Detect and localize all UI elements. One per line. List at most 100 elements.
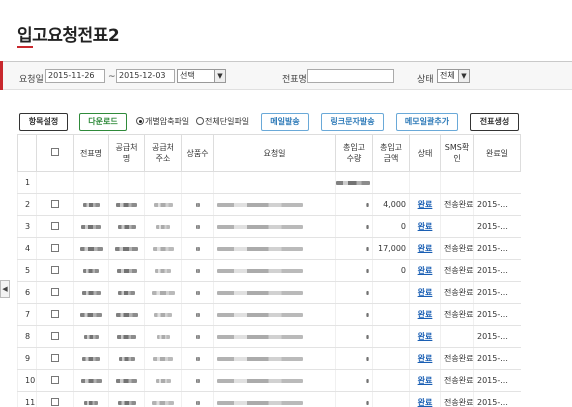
- row-checkbox-cell[interactable]: [36, 215, 74, 238]
- header-item-count[interactable]: 상품수: [181, 134, 214, 172]
- row-checkbox-cell[interactable]: [36, 369, 74, 392]
- status-link[interactable]: 완료: [418, 200, 433, 209]
- header-request-date[interactable]: 요청일: [213, 134, 336, 172]
- header-supplier-address[interactable]: 공급처 주소: [144, 134, 182, 172]
- table-row[interactable]: 6 완료 전송완료 2015-...: [17, 281, 521, 304]
- row-checkbox[interactable]: [51, 287, 59, 296]
- slip-name-cell[interactable]: [73, 325, 109, 348]
- row-checkbox[interactable]: [51, 353, 59, 362]
- status-select[interactable]: 전체 ▼: [437, 69, 470, 83]
- header-total-amount[interactable]: 총입고 금액: [372, 134, 410, 172]
- table-row[interactable]: 1: [17, 171, 521, 194]
- slip-name-cell[interactable]: [73, 171, 109, 194]
- row-checkbox[interactable]: [51, 309, 59, 318]
- status-cell[interactable]: 완료: [409, 391, 441, 407]
- create-slip-button[interactable]: 전표생성: [470, 113, 519, 131]
- slip-name-cell[interactable]: [73, 281, 109, 304]
- done-date-cell: 2015-...: [473, 193, 521, 216]
- row-checkbox-cell[interactable]: [36, 171, 74, 194]
- slip-name-cell[interactable]: [73, 391, 109, 407]
- send-link-sms-button[interactable]: 링크문자발송: [321, 113, 384, 131]
- row-checkbox[interactable]: [51, 397, 59, 406]
- row-checkbox-cell[interactable]: [36, 281, 74, 304]
- radio-individual-file[interactable]: 개별압축파일: [136, 116, 189, 127]
- slip-name-cell[interactable]: [73, 237, 109, 260]
- date-from-input[interactable]: 2015-11-26: [45, 69, 105, 83]
- status-link[interactable]: 완료: [418, 310, 433, 319]
- row-checkbox[interactable]: [51, 375, 59, 384]
- total-amount-cell: [372, 171, 410, 194]
- header-sms-confirm[interactable]: SMS확 인: [440, 134, 474, 172]
- slip-name-cell[interactable]: [73, 215, 109, 238]
- row-checkbox-cell[interactable]: [36, 391, 74, 407]
- column-settings-button[interactable]: 항목설정: [19, 113, 68, 131]
- table-row[interactable]: 9 완료 전송완료 2015-...: [17, 347, 521, 370]
- status-link[interactable]: 완료: [418, 398, 433, 407]
- redacted-text: [116, 268, 137, 273]
- date-to-input[interactable]: 2015-12-03: [116, 69, 175, 83]
- select-all-checkbox[interactable]: [51, 147, 59, 156]
- total-qty-cell: [335, 303, 373, 326]
- row-checkbox-cell[interactable]: [36, 303, 74, 326]
- table-row[interactable]: 4 17,000 완료 전송완료 2015-...: [17, 237, 521, 260]
- sms-confirm-cell: 전송완료: [440, 391, 474, 407]
- table-row[interactable]: 7 완료 전송완료 2015-...: [17, 303, 521, 326]
- row-checkbox-cell[interactable]: [36, 259, 74, 282]
- status-link[interactable]: 완료: [418, 222, 433, 231]
- row-checkbox[interactable]: [51, 331, 59, 340]
- status-link[interactable]: 완료: [418, 244, 433, 253]
- status-link[interactable]: 완료: [418, 354, 433, 363]
- row-checkbox[interactable]: [51, 199, 59, 208]
- download-button[interactable]: 다운로드: [79, 113, 127, 131]
- header-supplier-name[interactable]: 공급처 명: [108, 134, 145, 172]
- slip-name-cell[interactable]: [73, 193, 109, 216]
- date-preset-select[interactable]: 선택 ▼: [177, 69, 226, 83]
- status-link[interactable]: 완료: [418, 288, 433, 297]
- status-link[interactable]: 완료: [418, 376, 433, 385]
- request-date-cell: [213, 369, 336, 392]
- status-cell[interactable]: 완료: [409, 215, 441, 238]
- status-cell[interactable]: 완료: [409, 237, 441, 260]
- table-row[interactable]: 11 완료 전송완료 2015-...: [17, 391, 521, 407]
- status-cell[interactable]: 완료: [409, 281, 441, 304]
- row-checkbox-cell[interactable]: [36, 193, 74, 216]
- radio-individual-label: 개별압축파일: [145, 117, 190, 126]
- collapse-panel-button[interactable]: ◀: [0, 280, 10, 298]
- status-cell[interactable]: 완료: [409, 325, 441, 348]
- header-slip-name[interactable]: 전표명: [73, 134, 109, 172]
- slip-name-cell[interactable]: [73, 369, 109, 392]
- row-checkbox[interactable]: [51, 265, 59, 274]
- slip-name-input[interactable]: [307, 69, 394, 83]
- status-cell[interactable]: 완료: [409, 193, 441, 216]
- status-cell[interactable]: 완료: [409, 369, 441, 392]
- row-checkbox-cell[interactable]: [36, 237, 74, 260]
- status-cell[interactable]: 완료: [409, 303, 441, 326]
- supplier-name-cell: [108, 215, 145, 238]
- table-row[interactable]: 2 4,000 완료 전송완료 2015-...: [17, 193, 521, 216]
- slip-name-cell[interactable]: [73, 259, 109, 282]
- slip-name-cell[interactable]: [73, 347, 109, 370]
- status-link[interactable]: 완료: [418, 266, 433, 275]
- row-checkbox[interactable]: [51, 243, 59, 252]
- row-checkbox-cell[interactable]: [36, 347, 74, 370]
- row-checkbox-cell[interactable]: [36, 325, 74, 348]
- header-select-all[interactable]: [36, 134, 74, 172]
- send-mail-button[interactable]: 메일발송: [261, 113, 309, 131]
- header-status[interactable]: 상태: [409, 134, 441, 172]
- supplier-address-cell: [144, 259, 182, 282]
- row-checkbox[interactable]: [51, 221, 59, 230]
- header-total-qty[interactable]: 총입고 수량: [335, 134, 373, 172]
- status-cell[interactable]: 완료: [409, 347, 441, 370]
- table-row[interactable]: 8 완료 2015-...: [17, 325, 521, 348]
- header-done-date[interactable]: 완료일: [473, 134, 521, 172]
- bulk-add-memo-button[interactable]: 메모일괄추가: [396, 113, 458, 131]
- slip-name-cell[interactable]: [73, 303, 109, 326]
- table-row[interactable]: 5 0 완료 전송완료 2015-...: [17, 259, 521, 282]
- table-row[interactable]: 3 0 완료 2015-...: [17, 215, 521, 238]
- status-cell[interactable]: 완료: [409, 259, 441, 282]
- radio-whole-file[interactable]: 전체단일파일: [196, 116, 249, 127]
- status-link[interactable]: 완료: [418, 332, 433, 341]
- table-row[interactable]: 10 완료 전송완료 2015-...: [17, 369, 521, 392]
- row-number: 7: [17, 303, 37, 326]
- status-cell[interactable]: [409, 171, 441, 194]
